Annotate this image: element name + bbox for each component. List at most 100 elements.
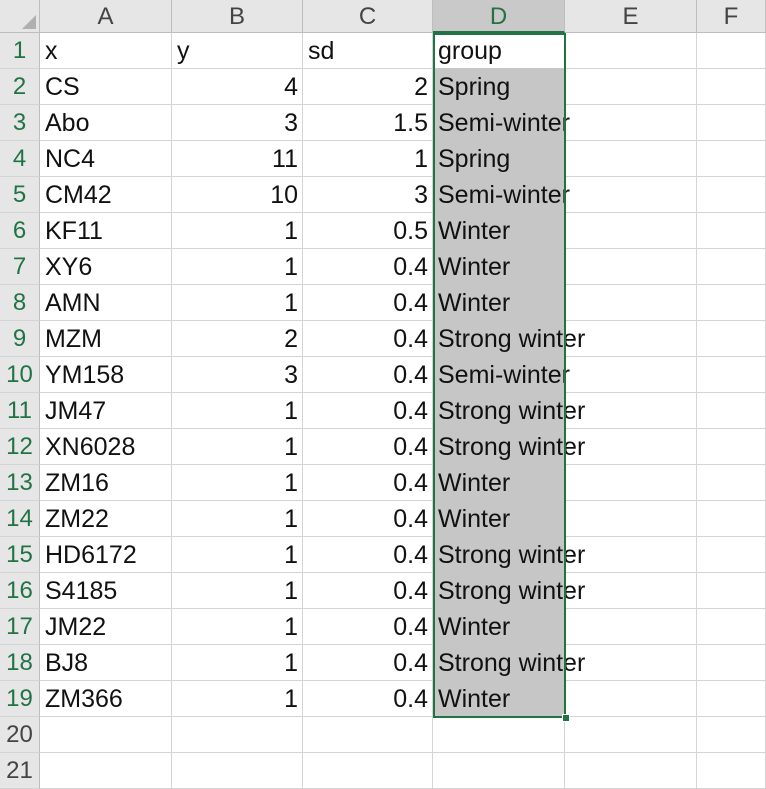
cell-c10[interactable]: 0.4 xyxy=(303,357,433,393)
cell-e6[interactable] xyxy=(565,213,697,249)
cell-a18[interactable]: BJ8 xyxy=(40,645,172,681)
cell-c17[interactable]: 0.4 xyxy=(303,609,433,645)
cell-b8[interactable]: 1 xyxy=(172,285,303,321)
cell-a8[interactable]: AMN xyxy=(40,285,172,321)
cell-f7[interactable] xyxy=(697,249,766,285)
row-header-19[interactable]: 19 xyxy=(0,681,40,717)
cell-c1[interactable]: sd xyxy=(303,33,433,69)
cell-a6[interactable]: KF11 xyxy=(40,213,172,249)
cell-d19[interactable]: Winter xyxy=(433,681,565,717)
cell-a19[interactable]: ZM366 xyxy=(40,681,172,717)
cell-b2[interactable]: 4 xyxy=(172,69,303,105)
cell-f15[interactable] xyxy=(697,537,766,573)
column-header-e[interactable]: E xyxy=(565,0,697,33)
cell-f9[interactable] xyxy=(697,321,766,357)
cell-f18[interactable] xyxy=(697,645,766,681)
column-header-c[interactable]: C xyxy=(303,0,433,33)
cell-d3[interactable]: Semi-winter xyxy=(433,105,570,141)
cell-f2[interactable] xyxy=(697,69,766,105)
cell-a20[interactable] xyxy=(40,717,172,753)
cell-b16[interactable]: 1 xyxy=(172,573,303,609)
cell-e5[interactable] xyxy=(565,177,697,213)
cell-f12[interactable] xyxy=(697,429,766,465)
cell-e20[interactable] xyxy=(565,717,697,753)
cell-a12[interactable]: XN6028 xyxy=(40,429,172,465)
cell-c16[interactable]: 0.4 xyxy=(303,573,433,609)
cell-d21[interactable] xyxy=(433,753,565,789)
cell-d10[interactable]: Semi-winter xyxy=(433,357,570,393)
row-header-3[interactable]: 3 xyxy=(0,105,40,141)
cell-e8[interactable] xyxy=(565,285,697,321)
cell-f20[interactable] xyxy=(697,717,766,753)
cell-b15[interactable]: 1 xyxy=(172,537,303,573)
cell-a5[interactable]: CM42 xyxy=(40,177,172,213)
cell-b5[interactable]: 10 xyxy=(172,177,303,213)
cell-f1[interactable] xyxy=(697,33,766,69)
cell-d14[interactable]: Winter xyxy=(433,501,565,537)
cell-f21[interactable] xyxy=(697,753,766,789)
cell-d4[interactable]: Spring xyxy=(433,141,565,177)
cell-d20[interactable] xyxy=(433,717,565,753)
cell-f16[interactable] xyxy=(697,573,766,609)
cell-f6[interactable] xyxy=(697,213,766,249)
cell-a14[interactable]: ZM22 xyxy=(40,501,172,537)
row-header-10[interactable]: 10 xyxy=(0,357,40,393)
cell-c2[interactable]: 2 xyxy=(303,69,433,105)
row-header-12[interactable]: 12 xyxy=(0,429,40,465)
cell-a13[interactable]: ZM16 xyxy=(40,465,172,501)
column-header-b[interactable]: B xyxy=(172,0,303,33)
cell-c15[interactable]: 0.4 xyxy=(303,537,433,573)
cell-a10[interactable]: YM158 xyxy=(40,357,172,393)
cell-a17[interactable]: JM22 xyxy=(40,609,172,645)
cell-f10[interactable] xyxy=(697,357,766,393)
cell-b6[interactable]: 1 xyxy=(172,213,303,249)
cell-d1[interactable]: group xyxy=(433,33,565,69)
cell-a16[interactable]: S4185 xyxy=(40,573,172,609)
cell-d8[interactable]: Winter xyxy=(433,285,565,321)
cell-d15[interactable]: Strong winter xyxy=(433,537,585,573)
cell-b12[interactable]: 1 xyxy=(172,429,303,465)
cell-c13[interactable]: 0.4 xyxy=(303,465,433,501)
row-header-16[interactable]: 16 xyxy=(0,573,40,609)
cell-f13[interactable] xyxy=(697,465,766,501)
cell-c4[interactable]: 1 xyxy=(303,141,433,177)
cell-f19[interactable] xyxy=(697,681,766,717)
cell-e7[interactable] xyxy=(565,249,697,285)
cell-b14[interactable]: 1 xyxy=(172,501,303,537)
cell-a9[interactable]: MZM xyxy=(40,321,172,357)
cell-f14[interactable] xyxy=(697,501,766,537)
cell-e3[interactable] xyxy=(565,105,697,141)
cell-b13[interactable]: 1 xyxy=(172,465,303,501)
cell-a2[interactable]: CS xyxy=(40,69,172,105)
cell-b20[interactable] xyxy=(172,717,303,753)
cell-c19[interactable]: 0.4 xyxy=(303,681,433,717)
row-header-6[interactable]: 6 xyxy=(0,213,40,249)
cell-d7[interactable]: Winter xyxy=(433,249,565,285)
row-header-20[interactable]: 20 xyxy=(0,717,40,753)
cell-d17[interactable]: Winter xyxy=(433,609,565,645)
column-header-d[interactable]: D xyxy=(433,0,565,33)
cell-a1[interactable]: x xyxy=(40,33,172,69)
row-header-1[interactable]: 1 xyxy=(0,33,40,69)
cell-d5[interactable]: Semi-winter xyxy=(433,177,570,213)
cell-b11[interactable]: 1 xyxy=(172,393,303,429)
cell-a15[interactable]: HD6172 xyxy=(40,537,172,573)
cell-a3[interactable]: Abo xyxy=(40,105,172,141)
cell-e17[interactable] xyxy=(565,609,697,645)
cell-b9[interactable]: 2 xyxy=(172,321,303,357)
cell-f4[interactable] xyxy=(697,141,766,177)
cell-c5[interactable]: 3 xyxy=(303,177,433,213)
cell-c6[interactable]: 0.5 xyxy=(303,213,433,249)
cell-d6[interactable]: Winter xyxy=(433,213,565,249)
cell-c21[interactable] xyxy=(303,753,433,789)
cell-f3[interactable] xyxy=(697,105,766,141)
cell-f11[interactable] xyxy=(697,393,766,429)
cell-b10[interactable]: 3 xyxy=(172,357,303,393)
row-header-8[interactable]: 8 xyxy=(0,285,40,321)
cell-b3[interactable]: 3 xyxy=(172,105,303,141)
cell-c12[interactable]: 0.4 xyxy=(303,429,433,465)
spreadsheet-grid[interactable]: A B C D E F 1 2 3 4 5 6 7 8 9 10 11 12 13 14 15 16 17 18 19 20 21 x… xyxy=(0,0,766,789)
cell-e1[interactable] xyxy=(565,33,697,69)
row-header-18[interactable]: 18 xyxy=(0,645,40,681)
cell-c8[interactable]: 0.4 xyxy=(303,285,433,321)
